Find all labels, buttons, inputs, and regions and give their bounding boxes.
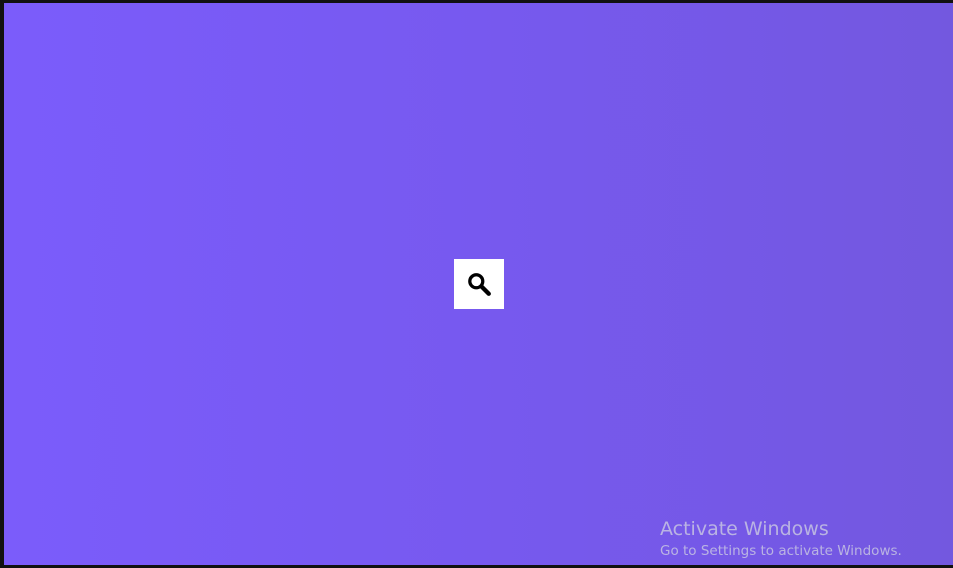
- watermark-title: Activate Windows: [660, 518, 829, 540]
- watermark-subtitle: Go to Settings to activate Windows.: [660, 543, 902, 559]
- app-screen: Activate Windows Go to Settings to activ…: [4, 3, 953, 565]
- windows-activation-watermark: Activate Windows Go to Settings to activ…: [660, 518, 902, 560]
- search-icon: [466, 271, 492, 297]
- search-button[interactable]: [454, 259, 504, 309]
